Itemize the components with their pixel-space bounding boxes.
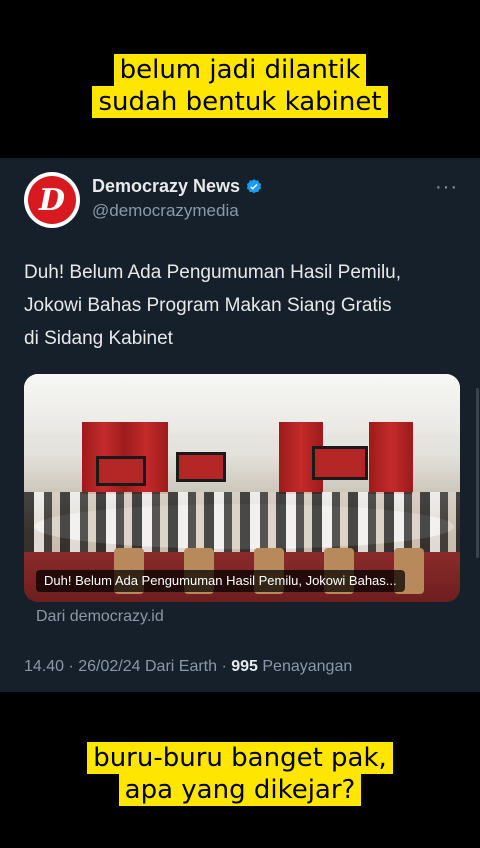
photo-screen <box>312 446 368 480</box>
top-caption-line-2: sudah bentuk kabinet <box>92 86 388 118</box>
bottom-caption: buru-buru banget pak, apa yang dikejar? <box>0 742 480 806</box>
tweet-text-line: Duh! Belum Ada Pengumuman Hasil Pemilu, <box>24 262 402 283</box>
tweet-text: Duh! Belum Ada Pengumuman Hasil Pemilu, … <box>24 256 464 355</box>
tweet-text-line: di Sidang Kabinet <box>24 328 173 349</box>
link-source[interactable]: Dari democrazy.id <box>36 608 164 626</box>
tweet-timestamp[interactable]: 14.40 · 26/02/24 Dari Earth · <box>24 658 231 675</box>
news-photo-image[interactable]: Duh! Belum Ada Pengumuman Hasil Pemilu, … <box>24 374 460 602</box>
tweet-text-line: Jokowi Bahas Program Makan Siang Gratis <box>24 295 392 316</box>
photo-screen <box>176 452 226 482</box>
photo-screen <box>96 456 146 486</box>
top-caption-line-1: belum jadi dilantik <box>113 54 367 86</box>
media-overlay-title: Duh! Belum Ada Pengumuman Hasil Pemilu, … <box>36 570 405 592</box>
author-handle[interactable]: @democrazymedia <box>92 201 239 221</box>
views-label: Penayangan <box>257 658 353 675</box>
views-count: 995 <box>231 658 258 675</box>
democrazy-logo-icon: D <box>28 176 76 224</box>
photo-curtain <box>369 422 413 494</box>
top-caption: belum jadi dilantik sudah bentuk kabinet <box>0 54 480 118</box>
bottom-caption-line-2: apa yang dikejar? <box>118 774 362 806</box>
avatar[interactable]: D <box>24 172 80 228</box>
bottom-caption-line-1: buru-buru banget pak, <box>87 742 393 774</box>
more-options-icon[interactable]: ··· <box>435 176 458 199</box>
verified-badge-icon <box>246 178 262 193</box>
scrollbar[interactable] <box>476 388 479 558</box>
author-name[interactable]: Democrazy News <box>92 176 240 197</box>
tweet-card[interactable]: D Democrazy News @democrazymedia ··· Duh… <box>0 158 480 692</box>
tweet-meta: 14.40 · 26/02/24 Dari Earth · 995 Penaya… <box>24 658 352 676</box>
author-name-row[interactable]: Democrazy News <box>92 176 263 197</box>
